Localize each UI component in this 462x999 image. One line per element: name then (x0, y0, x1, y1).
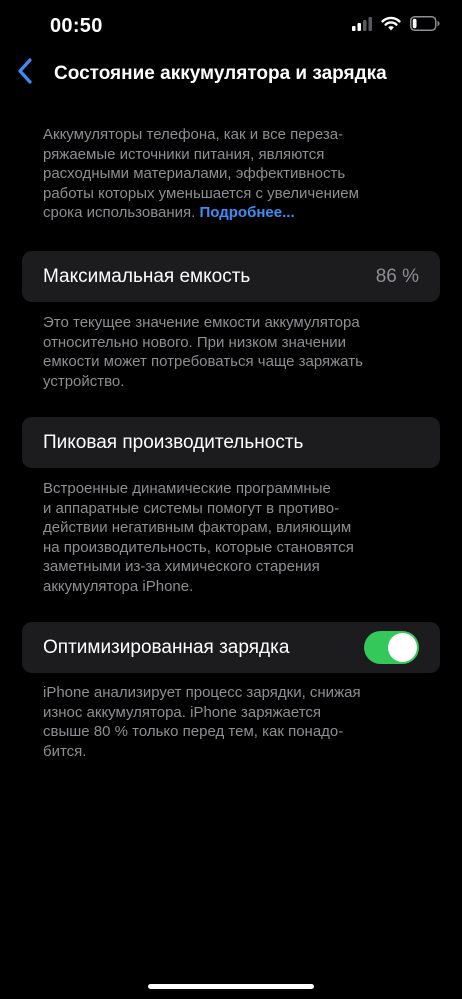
max-capacity-value: 86 % (375, 266, 419, 287)
peak-performance-cell: Пиковая производительность (22, 417, 440, 468)
description-line: износ аккумулятора. iPhone заряжается (43, 703, 322, 721)
optimized-charging-cell: Оптимизированная зарядка (22, 622, 440, 673)
status-time: 00:50 (50, 15, 103, 37)
description-line: емкости может потребоваться чаще заряжат… (43, 353, 363, 370)
intro-line: срока использования. (43, 204, 196, 221)
optimized-charging-label: Оптимизированная зарядка (43, 637, 290, 658)
battery-icon (410, 16, 440, 36)
max-capacity-cell: Максимальная емкость 86 % (22, 251, 440, 302)
optimized-charging-toggle[interactable] (364, 631, 419, 664)
cellular-signal-icon (352, 16, 372, 36)
max-capacity-description: Это текущее значение емкости аккумулятор… (43, 313, 428, 391)
status-bar: 00:50 (0, 0, 462, 56)
intro-description: Аккумуляторы телефона, как и все переза-… (43, 125, 428, 223)
description-line: Это текущее значение емкости аккумулятор… (43, 314, 360, 331)
description-line: заметными из-за химического старения (43, 558, 320, 575)
description-line: относительно нового. При низком значении (43, 333, 347, 351)
peak-performance-label: Пиковая производительность (43, 432, 304, 453)
learn-more-link[interactable]: Подробнее... (200, 204, 295, 221)
intro-line-with-link: срока использования. Подробнее... (43, 203, 428, 223)
intro-line: Аккумуляторы телефона, как и все переза- (43, 126, 344, 143)
description-line: аккумулятора iPhone. (43, 577, 194, 595)
back-button[interactable] (10, 57, 40, 89)
max-capacity-label: Максимальная емкость (43, 266, 251, 287)
chevron-left-icon (17, 57, 33, 89)
navigation-bar: Состояние аккумулятора и зарядка (0, 56, 462, 92)
peak-performance-description: Встроенные динамические программные и ап… (43, 479, 428, 596)
page-title: Состояние аккумулятора и зарядка (54, 63, 387, 84)
intro-line: расходными материалами, эффективность (43, 165, 346, 182)
intro-line: ряжаемые источники питания, являются (43, 145, 325, 163)
home-indicator[interactable] (148, 984, 314, 989)
description-line: iPhone анализирует процесс зарядки, сниж… (43, 684, 361, 701)
status-icons (352, 16, 440, 36)
description-line: на производительность, которые становятс… (43, 538, 354, 556)
intro-line: работы которых уменьшается с увеличением (43, 184, 359, 202)
description-line: бится. (43, 742, 87, 760)
description-line: Встроенные динамические программные (43, 480, 331, 497)
description-line: свыше 80 % только перед тем, как понадо- (43, 723, 344, 740)
description-line: устройство. (43, 372, 125, 390)
description-line: действии негативным факторам, влияющим (43, 519, 352, 536)
battery-level-fill (412, 18, 417, 29)
description-line: и аппаратные системы помогут в противо- (43, 499, 340, 517)
optimized-charging-description: iPhone анализирует процесс зарядки, сниж… (43, 683, 428, 761)
wifi-icon (381, 16, 401, 36)
toggle-knob (388, 633, 417, 662)
